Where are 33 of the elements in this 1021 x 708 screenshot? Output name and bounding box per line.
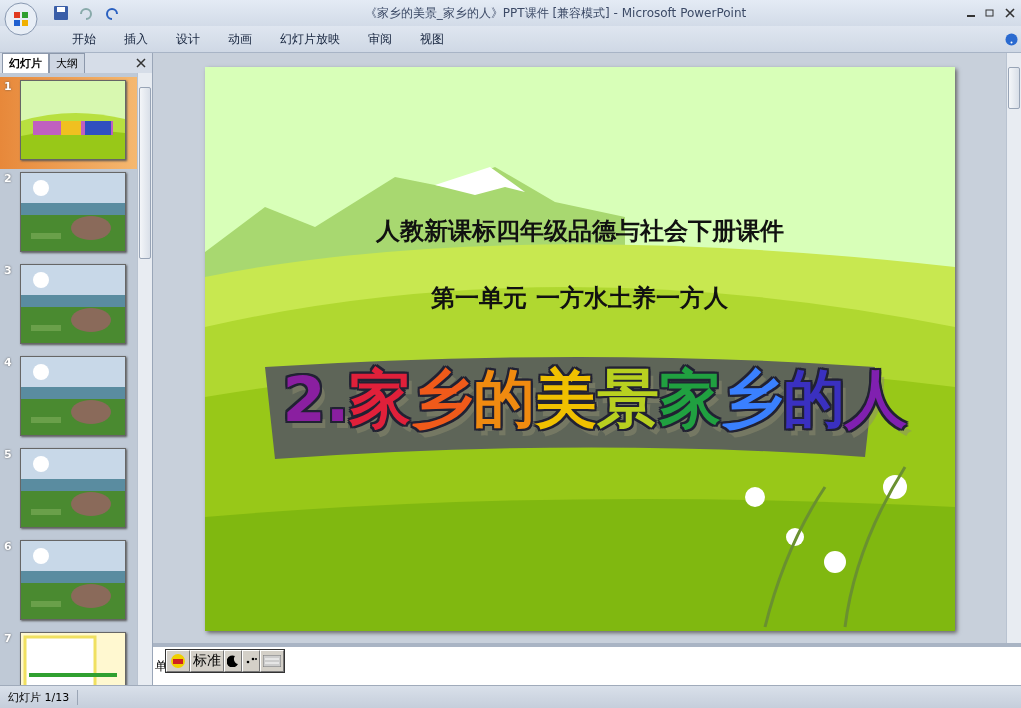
close-icon[interactable] — [1005, 8, 1015, 18]
slide-number: 5 — [4, 448, 13, 463]
ribbon-tab[interactable]: 开始 — [58, 27, 110, 51]
window-title: 《家乡的美景_家乡的人》PPT课件 [兼容模式] - Microsoft PowerPoint — [363, 4, 748, 22]
ribbon-tab[interactable]: 视图 — [406, 27, 458, 51]
status-text: 幻灯片 1/13 — [0, 689, 79, 705]
slide-subtitle: 人教新课标四年级品德与社会下册课件 — [374, 216, 785, 247]
redo-icon[interactable] — [106, 6, 120, 20]
scrollbar[interactable] — [137, 73, 152, 685]
ribbon-tab[interactable]: 审阅 — [354, 27, 406, 51]
save-icon[interactable] — [54, 6, 68, 20]
slide-number: 3 — [4, 264, 13, 279]
scrollbar[interactable] — [1006, 53, 1021, 643]
ime-logo-icon[interactable] — [169, 653, 187, 669]
slide-number: 7 — [4, 632, 13, 647]
slide-number: 6 — [4, 540, 13, 555]
notes-text: 单 — [155, 657, 167, 675]
slide-number: 2 — [4, 172, 13, 187]
moon-icon[interactable] — [227, 655, 239, 667]
slide-number: 1 — [4, 80, 13, 95]
pane-tab[interactable]: 大纲 — [49, 53, 85, 73]
close-pane-icon[interactable] — [136, 58, 146, 68]
ime-toolbar[interactable]: 标准 — [165, 649, 285, 673]
ribbon-tab[interactable]: 幻灯片放映 — [266, 27, 354, 51]
ribbon-tab[interactable]: 插入 — [110, 27, 162, 51]
slide-subtitle: 第一单元 一方水土养一方人 — [430, 283, 729, 314]
ribbon-tab[interactable]: 动画 — [214, 27, 266, 51]
help-icon[interactable] — [1005, 32, 1018, 46]
restore-icon[interactable] — [985, 8, 995, 18]
ime-mode-button[interactable]: 标准 — [190, 650, 224, 672]
pane-tab[interactable]: 幻灯片 — [2, 53, 49, 73]
slide-number: 4 — [4, 356, 13, 371]
ribbon-tab[interactable]: 设计 — [162, 27, 214, 51]
